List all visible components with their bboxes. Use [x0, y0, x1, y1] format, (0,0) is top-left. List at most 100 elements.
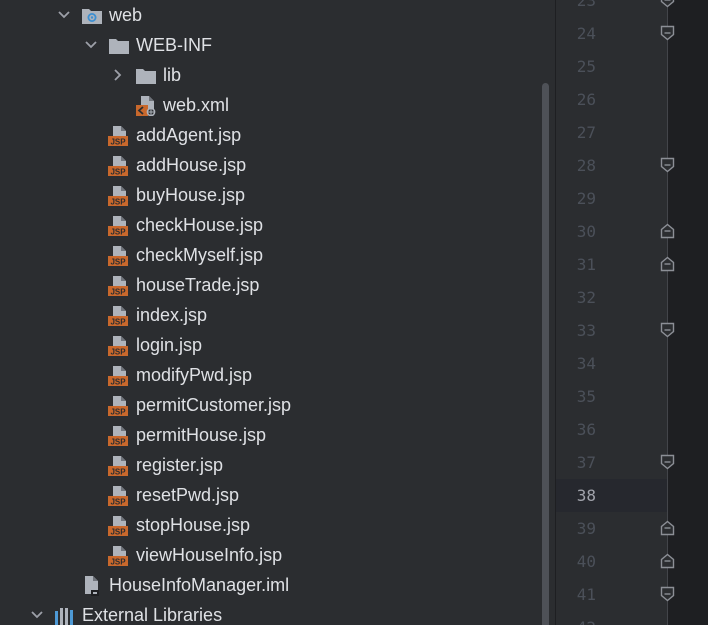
tree-item-label: lib: [163, 65, 182, 85]
line-number: 36: [576, 420, 596, 439]
tree-item[interactable]: lib: [0, 60, 540, 90]
iml-file-icon: [81, 575, 103, 596]
tree-item[interactable]: JSP register.jsp: [0, 450, 540, 480]
fold-start-icon[interactable]: [660, 553, 675, 569]
tree-item-label: web: [109, 5, 143, 25]
tree-item-label: HouseInfoManager.iml: [109, 575, 290, 595]
fold-end-icon[interactable]: [660, 25, 675, 41]
jsp-file-icon: JSP: [108, 365, 130, 386]
svg-text:JSP: JSP: [110, 227, 126, 236]
libraries-icon: [54, 605, 76, 625]
line-number: 34: [576, 354, 596, 373]
tree-item-label: stopHouse.jsp: [136, 515, 251, 535]
tree-item-label: checkHouse.jsp: [136, 215, 264, 235]
fold-start-icon[interactable]: [660, 256, 675, 272]
tree-item[interactable]: JSP checkHouse.jsp: [0, 210, 540, 240]
tree-item[interactable]: JSP index.jsp: [0, 300, 540, 330]
fold-start-icon[interactable]: [660, 520, 675, 536]
chevron-right-icon[interactable]: [108, 60, 128, 90]
tree-item[interactable]: JSP stopHouse.jsp: [0, 510, 540, 540]
svg-text:JSP: JSP: [110, 257, 126, 266]
fold-end-icon[interactable]: [660, 322, 675, 338]
tree-item[interactable]: JSP viewHouseInfo.jsp: [0, 540, 540, 570]
jsp-file-icon: JSP: [108, 545, 130, 566]
web-folder-icon: [81, 5, 103, 25]
chevron-down-icon[interactable]: [81, 30, 101, 60]
line-number: 33: [576, 321, 596, 340]
jsp-file-icon: JSP: [108, 515, 130, 536]
tree-item[interactable]: WEB-INF: [0, 30, 540, 60]
tree-item-label: resetPwd.jsp: [136, 485, 240, 505]
project-tree-scrollbar[interactable]: [541, 0, 555, 625]
tree-item-label: register.jsp: [136, 455, 224, 475]
fold-end-icon[interactable]: [660, 0, 675, 8]
svg-text:JSP: JSP: [110, 407, 126, 416]
svg-text:JSP: JSP: [110, 437, 126, 446]
tree-item-label: addHouse.jsp: [136, 155, 247, 175]
jsp-file-icon: JSP: [108, 125, 130, 146]
chevron-down-icon[interactable]: [54, 0, 74, 30]
line-number: 23: [576, 0, 596, 10]
line-number: 40: [576, 552, 596, 571]
jsp-file-icon: JSP: [108, 155, 130, 176]
svg-text:JSP: JSP: [110, 287, 126, 296]
line-number: 41: [576, 585, 596, 604]
svg-text:JSP: JSP: [110, 197, 126, 206]
tree-item-label: houseTrade.jsp: [136, 275, 260, 295]
scrollbar-thumb[interactable]: [542, 83, 549, 625]
line-number: 39: [576, 519, 596, 538]
svg-text:JSP: JSP: [110, 527, 126, 536]
line-number: 27: [576, 123, 596, 142]
line-number: 37: [576, 453, 596, 472]
tree-item[interactable]: JSP resetPwd.jsp: [0, 480, 540, 510]
jsp-file-icon: JSP: [108, 455, 130, 476]
svg-text:JSP: JSP: [110, 557, 126, 566]
jsp-file-icon: JSP: [108, 245, 130, 266]
tree-item[interactable]: JSP buyHouse.jsp: [0, 180, 540, 210]
tree-item-label: addAgent.jsp: [136, 125, 242, 145]
line-number: 30: [576, 222, 596, 241]
svg-text:JSP: JSP: [110, 467, 126, 476]
svg-text:JSP: JSP: [110, 137, 126, 146]
fold-start-icon[interactable]: [660, 223, 675, 239]
project-tree: web WEB-INF lib web.xml JSP addAgent.jsp JSP ad…: [0, 0, 555, 625]
tree-item-label: web.xml: [163, 95, 230, 115]
line-number: 38: [576, 486, 596, 505]
fold-end-icon[interactable]: [660, 157, 675, 173]
folder-icon: [108, 35, 130, 55]
line-number: 25: [576, 57, 596, 76]
tree-item-label: permitCustomer.jsp: [136, 395, 292, 415]
svg-text:JSP: JSP: [110, 317, 126, 326]
tree-item[interactable]: JSP checkMyself.jsp: [0, 240, 540, 270]
tree-item[interactable]: web: [0, 0, 540, 30]
line-number: 28: [576, 156, 596, 175]
jsp-file-icon: JSP: [108, 305, 130, 326]
svg-text:JSP: JSP: [110, 347, 126, 356]
tree-item[interactable]: JSP houseTrade.jsp: [0, 270, 540, 300]
tree-item-label: login.jsp: [136, 335, 203, 355]
tree-item[interactable]: JSP modifyPwd.jsp: [0, 360, 540, 390]
tree-item-label: modifyPwd.jsp: [136, 365, 253, 385]
tree-item[interactable]: JSP login.jsp: [0, 330, 540, 360]
tree-item-label: viewHouseInfo.jsp: [136, 545, 283, 565]
jsp-file-icon: JSP: [108, 335, 130, 356]
line-number: 31: [576, 255, 596, 274]
svg-text:JSP: JSP: [110, 497, 126, 506]
tree-item[interactable]: HouseInfoManager.iml: [0, 570, 540, 600]
chevron-down-icon[interactable]: [27, 600, 47, 625]
fold-end-icon[interactable]: [660, 586, 675, 602]
line-number: 32: [576, 288, 596, 307]
tree-item[interactable]: web.xml: [0, 90, 540, 120]
tree-item[interactable]: External Libraries: [0, 600, 540, 625]
svg-text:JSP: JSP: [110, 167, 126, 176]
tree-item-label: index.jsp: [136, 305, 208, 325]
fold-end-icon[interactable]: [660, 454, 675, 470]
jsp-file-icon: JSP: [108, 185, 130, 206]
line-number: 26: [576, 90, 596, 109]
tree-item[interactable]: JSP permitCustomer.jsp: [0, 390, 540, 420]
tree-item[interactable]: JSP addHouse.jsp: [0, 150, 540, 180]
tree-item-label: External Libraries: [82, 605, 223, 625]
tree-item-label: buyHouse.jsp: [136, 185, 246, 205]
tree-item[interactable]: JSP addAgent.jsp: [0, 120, 540, 150]
tree-item[interactable]: JSP permitHouse.jsp: [0, 420, 540, 450]
